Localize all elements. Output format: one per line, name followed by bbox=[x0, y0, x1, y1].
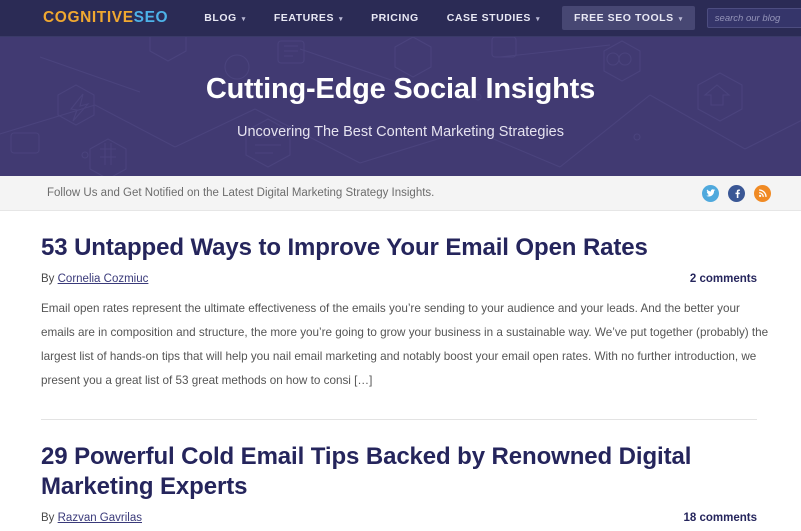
search-input[interactable] bbox=[707, 9, 801, 27]
post-author-link[interactable]: Cornelia Cozmiuc bbox=[58, 273, 149, 285]
nav-item-label: FEATURES bbox=[273, 12, 335, 24]
byline-prefix: By bbox=[41, 272, 55, 285]
nav-item-label: BLOG bbox=[204, 12, 237, 24]
nav-item-features[interactable]: FEATURES ▾ bbox=[260, 6, 357, 30]
site-logo[interactable]: COGNITIVESEO bbox=[43, 10, 168, 26]
twitter-glyph bbox=[705, 189, 715, 197]
hero-background-pattern bbox=[0, 37, 801, 176]
social-icon-group bbox=[702, 184, 771, 202]
logo-text-primary: COGNITIVE bbox=[43, 9, 134, 27]
search-box[interactable] bbox=[706, 8, 801, 28]
byline-prefix: By bbox=[41, 512, 55, 525]
post-meta: By Razvan Gavrilas 18 comments bbox=[41, 512, 771, 524]
rss-icon[interactable] bbox=[754, 184, 771, 202]
logo-text-secondary: SEO bbox=[133, 9, 169, 27]
post-divider bbox=[41, 418, 757, 420]
nav-menu: BLOG ▾ FEATURES ▾ PRICING CASE STUDIES ▾… bbox=[190, 6, 695, 30]
post-author-link[interactable]: Razvan Gavrilas bbox=[58, 512, 142, 524]
nav-item-pricing[interactable]: PRICING bbox=[357, 6, 433, 30]
post-list: 53 Untapped Ways to Improve Your Email O… bbox=[0, 211, 801, 530]
post-item: 53 Untapped Ways to Improve Your Email O… bbox=[41, 233, 771, 397]
rss-glyph bbox=[758, 189, 767, 198]
nav-item-free-seo-tools[interactable]: FREE SEO TOOLS ▾ bbox=[562, 6, 695, 30]
post-item: 29 Powerful Cold Email Tips Backed by Re… bbox=[41, 442, 771, 530]
hero-title: Cutting-Edge Social Insights bbox=[205, 73, 596, 105]
hero-subtitle: Uncovering The Best Content Marketing St… bbox=[237, 124, 564, 140]
top-navigation-bar: COGNITIVESEO BLOG ▾ FEATURES ▾ PRICING C… bbox=[0, 0, 801, 37]
nav-item-case-studies[interactable]: CASE STUDIES ▾ bbox=[433, 6, 554, 30]
nav-item-label: FREE SEO TOOLS bbox=[574, 12, 674, 24]
post-title-link[interactable]: 53 Untapped Ways to Improve Your Email O… bbox=[41, 233, 771, 264]
post-excerpt: Email open rates represent the ultimate … bbox=[41, 301, 769, 387]
chevron-down-icon: ▾ bbox=[535, 15, 541, 23]
hero-banner: Cutting-Edge Social Insights Uncovering … bbox=[0, 37, 801, 176]
facebook-icon[interactable] bbox=[728, 184, 745, 202]
nav-item-label: CASE STUDIES bbox=[446, 12, 531, 24]
follow-us-bar: Follow Us and Get Notified on the Latest… bbox=[0, 176, 801, 211]
chevron-down-icon: ▾ bbox=[339, 15, 344, 23]
post-comment-count[interactable]: 2 comments bbox=[690, 273, 771, 285]
post-meta: By Cornelia Cozmiuc 2 comments bbox=[41, 273, 771, 285]
nav-item-label: PRICING bbox=[371, 12, 419, 24]
post-byline: By Razvan Gavrilas bbox=[41, 512, 142, 524]
post-byline: By Cornelia Cozmiuc bbox=[41, 273, 148, 285]
nav-item-blog[interactable]: BLOG ▾ bbox=[190, 6, 260, 30]
follow-us-text: Follow Us and Get Notified on the Latest… bbox=[47, 187, 435, 199]
twitter-icon[interactable] bbox=[702, 184, 719, 202]
chevron-down-icon: ▾ bbox=[241, 15, 246, 23]
post-comment-count[interactable]: 18 comments bbox=[683, 512, 771, 524]
post-title-link[interactable]: 29 Powerful Cold Email Tips Backed by Re… bbox=[41, 442, 771, 503]
facebook-glyph bbox=[734, 189, 740, 198]
chevron-down-icon: ▾ bbox=[678, 15, 683, 23]
